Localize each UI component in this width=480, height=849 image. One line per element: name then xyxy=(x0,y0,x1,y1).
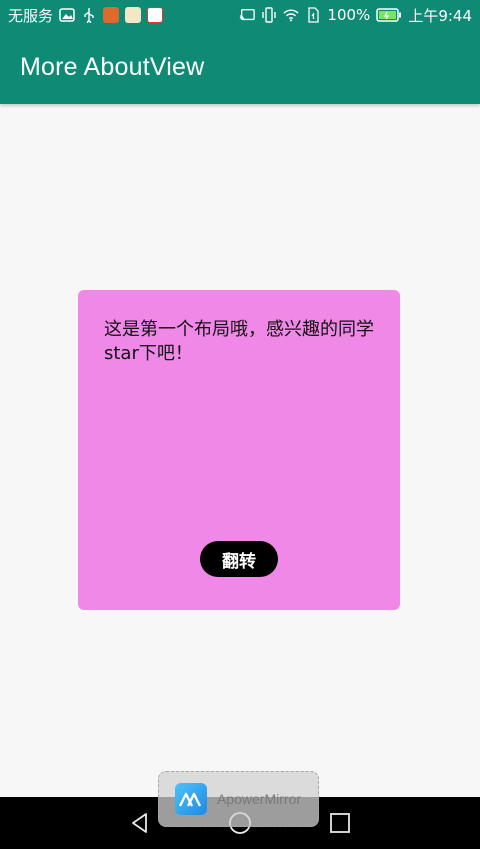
status-bar: 无服务 100% 上午9:44 xyxy=(0,0,480,30)
status-right: 100% 上午9:44 xyxy=(239,5,472,26)
flip-button[interactable]: 翻转 xyxy=(200,541,278,577)
sim-icon xyxy=(305,7,321,23)
cast-icon xyxy=(239,7,256,23)
recents-icon xyxy=(330,813,350,833)
gallery-icon xyxy=(59,7,75,23)
vibrate-icon xyxy=(261,7,277,23)
app-icon xyxy=(103,7,120,23)
recents-button[interactable] xyxy=(320,803,360,843)
apowermirror-overlay[interactable]: ApowerMirror xyxy=(158,771,319,827)
back-icon xyxy=(132,813,147,833)
back-button[interactable] xyxy=(120,803,160,843)
flip-card: 这是第一个布局哦，感兴趣的同学star下吧！ 翻转 xyxy=(78,290,400,610)
apowermirror-logo-icon xyxy=(175,783,207,815)
wifi-icon xyxy=(283,7,300,23)
carrier-text: 无服务 xyxy=(8,6,54,25)
apowermirror-label: ApowerMirror xyxy=(217,791,302,807)
page-title: More AboutView xyxy=(20,52,205,81)
status-left: 无服务 xyxy=(8,5,164,26)
app-bar: More AboutView xyxy=(0,30,480,104)
card-text: 这是第一个布局哦，感兴趣的同学star下吧！ xyxy=(104,319,374,364)
clock: 上午9:44 xyxy=(408,6,472,25)
battery-icon xyxy=(376,7,402,23)
usb-icon xyxy=(81,7,97,23)
battery-percent: 100% xyxy=(327,6,371,24)
weibo-icon xyxy=(147,7,164,23)
maps-icon xyxy=(125,7,142,23)
